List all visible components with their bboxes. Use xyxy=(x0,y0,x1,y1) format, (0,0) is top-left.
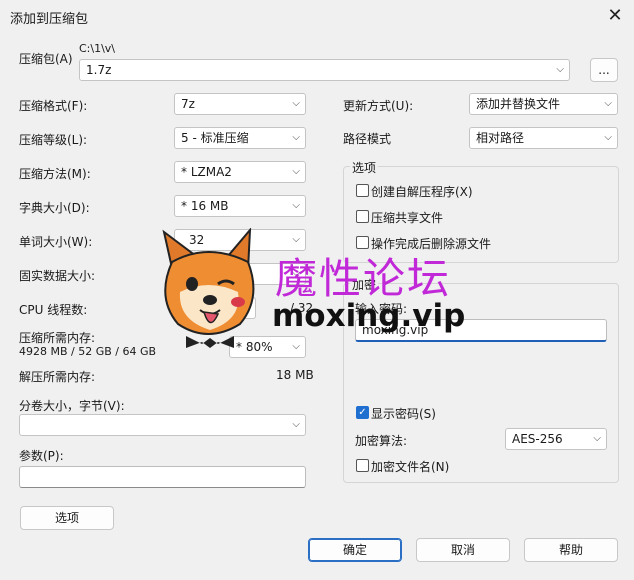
sfx-label: 创建自解压程序(X) xyxy=(371,185,473,199)
sfx-checkbox[interactable] xyxy=(356,184,369,197)
demem-label: 解压所需内存: xyxy=(19,370,96,384)
split-label: 分卷大小，字节(V): xyxy=(19,399,125,413)
shared-checkbox[interactable] xyxy=(356,210,369,223)
dict-label: 字典大小(D): xyxy=(19,201,90,215)
archive-name-value: 1.7z xyxy=(86,63,112,77)
close-icon[interactable]: ✕ xyxy=(598,2,632,30)
watermark-url: moxing.vip xyxy=(272,298,466,334)
update-value: 添加并替换文件 xyxy=(476,97,561,111)
shared-label: 压缩共享文件 xyxy=(371,211,444,225)
update-label: 更新方式(U): xyxy=(343,99,414,113)
encrypt-names-checkbox[interactable] xyxy=(356,459,369,472)
chevron-down-icon: ⌵ xyxy=(292,166,300,177)
level-combo[interactable]: 5 - 标准压缩 ⌵ xyxy=(174,127,306,149)
show-password-checkbox[interactable]: ✓ xyxy=(356,406,369,419)
enc-method-label: 加密算法: xyxy=(355,434,408,448)
word-label: 单词大小(W): xyxy=(19,235,93,249)
window-title: 添加到压缩包 xyxy=(10,12,89,27)
format-value: 7z xyxy=(181,97,195,111)
watermark-cn: 魔性论坛 xyxy=(275,254,452,303)
pathmode-label: 路径模式 xyxy=(343,132,392,146)
dog-mascot-logo xyxy=(162,228,255,348)
options-group-title: 选项 xyxy=(350,159,379,176)
archive-name-combo[interactable]: 1.7z ⌵ xyxy=(79,59,570,81)
chevron-down-icon: ⌵ xyxy=(292,341,300,352)
chevron-down-icon: ⌵ xyxy=(292,200,300,211)
title-bar xyxy=(0,0,634,32)
cancel-button[interactable]: 取消 xyxy=(416,538,510,562)
method-value: * LZMA2 xyxy=(181,165,232,179)
method-label: 压缩方法(M): xyxy=(19,167,91,181)
mem-label: 压缩所需内存: xyxy=(19,331,96,345)
mem-detail: 4928 MB / 52 GB / 64 GB xyxy=(19,345,157,358)
pathmode-combo[interactable]: 相对路径 ⌵ xyxy=(469,127,618,149)
format-label: 压缩格式(F): xyxy=(19,99,88,113)
chevron-down-icon: ⌵ xyxy=(556,64,564,75)
level-value: 5 - 标准压缩 xyxy=(181,131,249,145)
enc-method-combo[interactable]: AES-256 ⌵ xyxy=(505,428,607,450)
chevron-down-icon: ⌵ xyxy=(292,419,300,430)
browse-button[interactable]: ... xyxy=(590,58,618,82)
params-label: 参数(P): xyxy=(19,449,64,463)
chevron-down-icon: ⌵ xyxy=(292,132,300,143)
chevron-down-icon: ⌵ xyxy=(604,132,612,143)
archive-path: C:\1\v\ xyxy=(79,42,116,55)
encrypt-names-label: 加密文件名(N) xyxy=(371,460,450,474)
demem-value: 18 MB xyxy=(276,368,314,382)
format-combo[interactable]: 7z ⌵ xyxy=(174,93,306,115)
options-button[interactable]: 选项 xyxy=(20,506,114,530)
show-password-label: 显示密码(S) xyxy=(371,407,436,421)
dict-value: * 16 MB xyxy=(181,199,229,213)
level-label: 压缩等级(L): xyxy=(19,133,88,147)
dict-combo[interactable]: * 16 MB ⌵ xyxy=(174,195,306,217)
split-combo[interactable]: ⌵ xyxy=(19,414,306,436)
enc-method-value: AES-256 xyxy=(512,432,563,446)
method-combo[interactable]: * LZMA2 ⌵ xyxy=(174,161,306,183)
solid-label: 固实数据大小: xyxy=(19,269,96,283)
archive-label: 压缩包(A) xyxy=(19,52,73,66)
cpu-label: CPU 线程数: xyxy=(19,303,88,317)
chevron-down-icon: ⌵ xyxy=(593,433,601,444)
ok-button[interactable]: 确定 xyxy=(308,538,402,562)
update-combo[interactable]: 添加并替换文件 ⌵ xyxy=(469,93,618,115)
chevron-down-icon: ⌵ xyxy=(292,98,300,109)
help-button[interactable]: 帮助 xyxy=(524,538,618,562)
params-input[interactable] xyxy=(19,466,306,488)
chevron-down-icon: ⌵ xyxy=(604,98,612,109)
pathmode-value: 相对路径 xyxy=(476,131,525,145)
